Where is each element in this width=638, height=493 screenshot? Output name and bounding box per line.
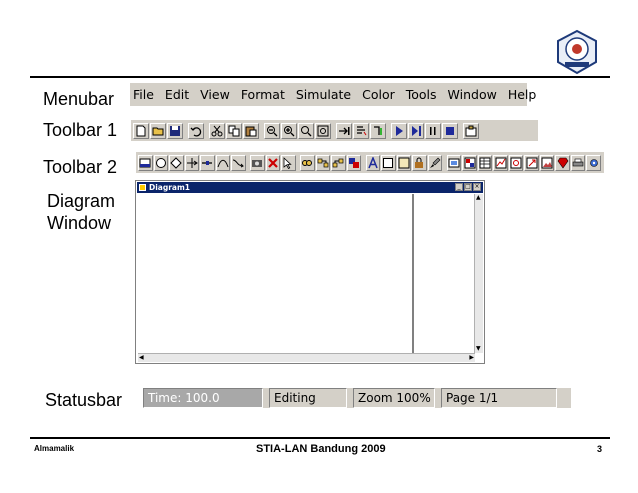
export-icon[interactable] bbox=[524, 154, 539, 171]
rect-icon[interactable] bbox=[138, 154, 153, 171]
table-icon[interactable] bbox=[477, 154, 493, 171]
zoom-out-icon[interactable] bbox=[264, 122, 280, 139]
menu-file[interactable]: File bbox=[133, 87, 154, 102]
fill-icon[interactable] bbox=[396, 154, 412, 171]
graph-icon[interactable] bbox=[508, 154, 524, 171]
chart-icon[interactable] bbox=[493, 154, 508, 171]
diagram-window: Diagram1 _ □ × ▲ ▼ ◀ ▶ bbox=[135, 180, 485, 364]
toolbar-2 bbox=[136, 152, 604, 173]
menu-tools[interactable]: Tools bbox=[406, 87, 437, 102]
copy-icon[interactable] bbox=[226, 122, 242, 139]
scroll-up-icon[interactable]: ▲ bbox=[476, 195, 481, 201]
play-icon[interactable] bbox=[391, 122, 407, 139]
connect2-icon[interactable] bbox=[331, 154, 346, 171]
grid-icon[interactable] bbox=[462, 154, 477, 171]
panel-icon[interactable] bbox=[446, 154, 462, 171]
diamond-icon[interactable] bbox=[169, 154, 184, 171]
step-icon[interactable] bbox=[336, 122, 352, 139]
circle-icon[interactable] bbox=[153, 154, 168, 171]
menu-window[interactable]: Window bbox=[448, 87, 497, 102]
paste-icon[interactable] bbox=[243, 122, 259, 139]
status-page: Page 1/1 bbox=[441, 388, 557, 408]
scroll-right-icon[interactable]: ▶ bbox=[469, 355, 474, 361]
text-icon[interactable] bbox=[365, 154, 381, 171]
footer-author: Almamalik bbox=[34, 444, 75, 453]
frame-icon[interactable] bbox=[381, 154, 396, 171]
vertical-scrollbar[interactable]: ▲ ▼ bbox=[474, 194, 483, 353]
menu-simulate[interactable]: Simulate bbox=[296, 87, 351, 102]
close-icon[interactable]: × bbox=[473, 183, 481, 191]
delete-icon[interactable] bbox=[265, 154, 281, 171]
zoom-in-icon[interactable] bbox=[281, 122, 297, 139]
diagram-side-panel[interactable] bbox=[412, 194, 475, 353]
footer-title: STIA-LAN Bandung 2009 bbox=[256, 443, 386, 455]
curve-icon[interactable] bbox=[215, 154, 230, 171]
zoom-fit-icon[interactable] bbox=[298, 122, 314, 139]
properties-icon[interactable] bbox=[463, 122, 479, 139]
print-icon[interactable] bbox=[570, 154, 586, 171]
gear-icon[interactable] bbox=[586, 154, 601, 171]
diagram-label-line2: Window bbox=[47, 213, 112, 233]
menu-edit[interactable]: Edit bbox=[165, 87, 189, 102]
footer-page-number: 3 bbox=[597, 444, 603, 454]
toolbar-1 bbox=[131, 120, 538, 141]
status-time: Time: 100.0 bbox=[143, 388, 263, 408]
stop-icon[interactable] bbox=[442, 122, 458, 139]
horizontal-scrollbar[interactable]: ◀ ▶ bbox=[138, 353, 475, 362]
image-icon[interactable] bbox=[539, 154, 555, 171]
diagram-canvas[interactable] bbox=[138, 194, 412, 353]
block-icon[interactable] bbox=[346, 154, 362, 171]
status-zoom: Zoom 100% bbox=[353, 388, 435, 408]
brush-icon[interactable] bbox=[427, 154, 443, 171]
maximize-icon[interactable]: □ bbox=[464, 183, 472, 191]
top-divider bbox=[30, 76, 610, 78]
diagram-window-icon bbox=[139, 184, 146, 191]
connect-icon[interactable] bbox=[315, 154, 331, 171]
bottom-divider bbox=[30, 437, 610, 439]
window-controls: _ □ × bbox=[454, 183, 481, 191]
new-icon[interactable] bbox=[133, 122, 149, 139]
undo-icon[interactable] bbox=[188, 122, 204, 139]
statusbar-label: Statusbar bbox=[45, 390, 123, 410]
statusbar: Time: 100.0 Editing Zoom 100% Page 1/1 bbox=[143, 388, 571, 408]
spline-icon[interactable] bbox=[231, 154, 246, 171]
arrow-tool-icon[interactable] bbox=[184, 154, 199, 171]
institution-logo bbox=[554, 29, 600, 75]
save-icon[interactable] bbox=[167, 122, 183, 139]
menubar: File Edit View Format Simulate Color Too… bbox=[130, 83, 536, 106]
pointer-icon[interactable] bbox=[281, 154, 296, 171]
link-icon[interactable] bbox=[300, 154, 315, 171]
pause-icon[interactable] bbox=[425, 122, 441, 139]
menu-help[interactable]: Help bbox=[508, 87, 537, 102]
gem-icon[interactable] bbox=[555, 154, 570, 171]
pause-break-icon[interactable] bbox=[370, 122, 386, 139]
status-mode: Editing bbox=[269, 388, 347, 408]
animate-icon[interactable] bbox=[353, 122, 369, 139]
menu-view[interactable]: View bbox=[200, 87, 230, 102]
line-tool-icon[interactable] bbox=[200, 154, 215, 171]
menu-color[interactable]: Color bbox=[362, 87, 395, 102]
open-icon[interactable] bbox=[150, 122, 166, 139]
cut-icon[interactable] bbox=[209, 122, 225, 139]
scroll-left-icon[interactable]: ◀ bbox=[139, 355, 144, 361]
toolbar2-label: Toolbar 2 bbox=[43, 157, 118, 177]
diagram-title-bar[interactable]: Diagram1 _ □ × bbox=[137, 182, 483, 193]
scroll-down-icon[interactable]: ▼ bbox=[476, 346, 481, 352]
menu-format[interactable]: Format bbox=[241, 87, 285, 102]
zoom-window-icon[interactable] bbox=[315, 122, 331, 139]
camera-icon[interactable] bbox=[250, 154, 265, 171]
toolbar1-label: Toolbar 1 bbox=[43, 120, 118, 140]
minimize-icon[interactable]: _ bbox=[455, 183, 463, 191]
lock-icon[interactable] bbox=[412, 154, 427, 171]
diagram-title: Diagram1 bbox=[149, 183, 191, 192]
menubar-label: Menubar bbox=[43, 89, 115, 109]
diagram-label-line1: Diagram bbox=[47, 191, 116, 211]
step-forward-icon[interactable] bbox=[408, 122, 424, 139]
